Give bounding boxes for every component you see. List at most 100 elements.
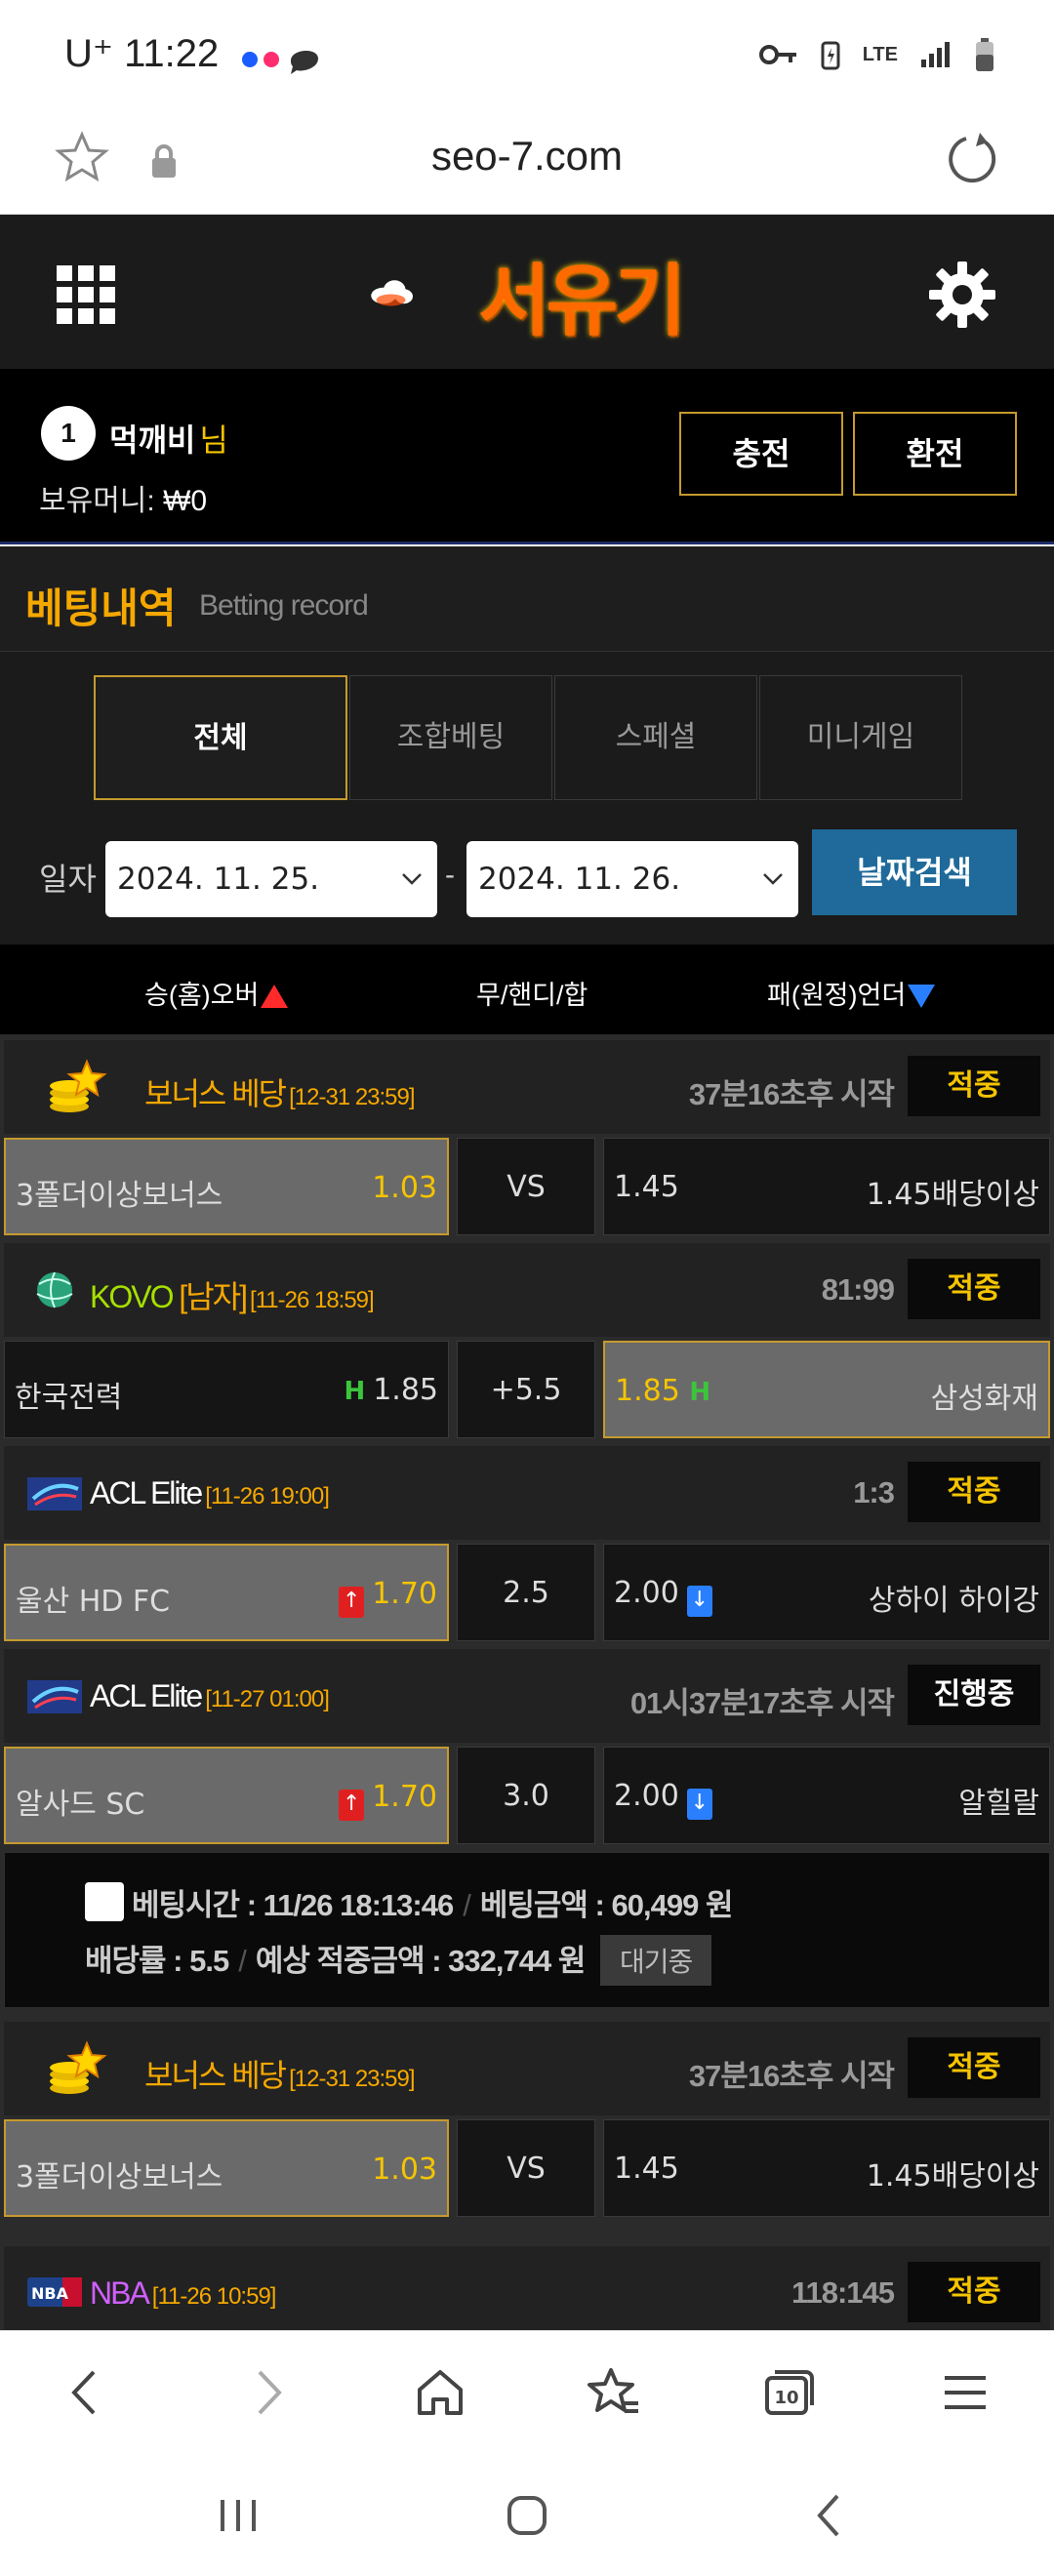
- charge-button[interactable]: 충전: [679, 412, 843, 496]
- over-under-cell[interactable]: 2.5: [457, 1544, 595, 1641]
- nba-logo-icon: NBA: [27, 2277, 82, 2307]
- status-badge: 적중: [908, 1462, 1040, 1522]
- home-odds-cell[interactable]: 울산 HD FC ↑ 1.70: [4, 1544, 449, 1641]
- menu-grid-icon[interactable]: [57, 265, 115, 324]
- status-badge: 진행중: [908, 1665, 1040, 1725]
- date-label: 일자: [39, 862, 97, 897]
- game-header: 보너스 베당 [12-31 23:59] 37분16초후 시작 적중: [4, 1040, 1050, 1134]
- away-odds-cell[interactable]: 2.00 ↓ 상하이 하이강: [603, 1544, 1050, 1641]
- gear-icon[interactable]: [925, 258, 999, 332]
- acl-elite-icon: [27, 1477, 82, 1510]
- site-logo-text[interactable]: 서유기: [478, 238, 686, 351]
- handicap-h-icon: H: [689, 1378, 711, 1407]
- acl-elite-icon: [27, 1680, 82, 1713]
- reload-icon[interactable]: [943, 129, 1001, 187]
- user-name: 먹깨비 님: [109, 423, 228, 458]
- tab-combo-bet[interactable]: 조합베팅: [349, 675, 552, 800]
- home-odds-cell[interactable]: 한국전력 H 1.85: [4, 1341, 449, 1438]
- tab-minigame[interactable]: 미니게임: [759, 675, 962, 800]
- home-odds-cell[interactable]: 3폴더이상보너스 1.03: [4, 2119, 449, 2217]
- game-score: 118:145: [790, 2275, 895, 2310]
- summary-line-1: 베팅시간 : 11/26 18:13:46/베팅금액 : 60,499 원: [132, 1888, 733, 1922]
- bookmarks-icon[interactable]: [582, 2360, 646, 2425]
- recent-apps-icon[interactable]: [209, 2486, 267, 2545]
- status-bar: U⁺ 11:22 LTE: [0, 0, 1054, 107]
- col-home: 승(홈)오버: [144, 974, 289, 1012]
- bonus-coin-icon: [50, 1059, 107, 1112]
- exchange-button[interactable]: 환전: [853, 412, 1017, 496]
- page-subtitle: Betting record: [199, 589, 369, 622]
- game-score: 1:3: [853, 1475, 895, 1509]
- date-to-select[interactable]: 2024. 11. 26.: [466, 841, 798, 917]
- odds-row: 3폴더이상보너스 1.03 VS 1.45 1.45배당이상: [4, 1138, 1050, 1235]
- tab-count: 10: [774, 2388, 798, 2408]
- browser-bottom-nav: 10: [0, 2330, 1054, 2453]
- money-balance: 보유머니: ₩0: [39, 485, 208, 517]
- bonus-coin-icon: [50, 2040, 107, 2094]
- select-checkbox[interactable]: [85, 1882, 124, 1921]
- browser-url-bar: seo-7.com: [0, 107, 1054, 215]
- game-header: ACL Elite [11-27 01:00] 01시37분17초후 시작 진행중: [4, 1649, 1050, 1743]
- handicap-cell[interactable]: +5.5: [457, 1341, 595, 1438]
- app-dot-icon: [264, 52, 279, 67]
- league-name: KOVO [남자] [11-26 18:59]: [90, 1279, 375, 1314]
- date-from-select[interactable]: 2024. 11. 25.: [105, 841, 437, 917]
- summary-line-2: 배당률 : 5.5/예상 적중금액 : 332,744 원 대기중: [85, 1935, 712, 1986]
- home-icon[interactable]: [408, 2360, 472, 2425]
- status-badge: 적중: [908, 1056, 1040, 1116]
- bet-summary: 베팅시간 : 11/26 18:13:46/베팅금액 : 60,499 원 배당…: [4, 1852, 1050, 2008]
- odds-row: 3폴더이상보너스 1.03 VS 1.45 1.45배당이상: [4, 2119, 1050, 2217]
- system-back-icon[interactable]: [800, 2486, 859, 2545]
- status-badge: 적중: [908, 2262, 1040, 2322]
- forward-icon[interactable]: [234, 2360, 299, 2425]
- status-time: U⁺ 11:22: [64, 32, 220, 75]
- user-info-bar: 1 먹깨비 님 보유머니: ₩0 충전 환전: [0, 369, 1054, 544]
- odds-row: 알사드 SC ↑ 1.70 3.0 2.00 ↓ 알힐랄: [4, 1747, 1050, 1844]
- date-search-button[interactable]: 날짜검색: [812, 829, 1017, 915]
- url-text[interactable]: seo-7.com: [0, 133, 1054, 180]
- away-odds-cell[interactable]: 1.45 1.45배당이상: [603, 2119, 1050, 2217]
- chevron-down-icon: [763, 873, 783, 885]
- site-header: 서유기: [0, 215, 1054, 369]
- hamburger-menu-icon[interactable]: [933, 2360, 997, 2425]
- tab-all[interactable]: 전체: [94, 675, 347, 800]
- over-under-cell[interactable]: 3.0: [457, 1747, 595, 1844]
- back-icon[interactable]: [55, 2360, 119, 2425]
- status-app-icons: [242, 43, 324, 76]
- league-name: ACL Elite [11-27 01:00]: [90, 1678, 330, 1713]
- bet-list: 보너스 베당 [12-31 23:59] 37분16초후 시작 적중 3폴더이상보…: [0, 1034, 1054, 2330]
- triangle-up-icon: [261, 985, 289, 1008]
- messenger-icon: [291, 50, 318, 74]
- away-odds-cell[interactable]: 1.45 1.45배당이상: [603, 1138, 1050, 1235]
- game-info: 01시37분17초후 시작: [629, 1686, 895, 1720]
- svg-text:NBA: NBA: [31, 2284, 69, 2303]
- pending-badge: 대기중: [599, 1935, 712, 1986]
- league-name: 보너스 베당 [12-31 23:59]: [144, 1076, 416, 1111]
- col-draw: 무/핸디/합: [476, 981, 588, 1010]
- game-info: 37분16초후 시작: [688, 2059, 895, 2093]
- home-odds-cell[interactable]: 알사드 SC ↑ 1.70: [4, 1747, 449, 1844]
- game-header: ACL Elite [11-26 19:00] 1:3 적중: [4, 1446, 1050, 1540]
- away-odds-cell[interactable]: 2.00 ↓ 알힐랄: [603, 1747, 1050, 1844]
- battery-icon: [976, 38, 993, 71]
- kovo-volleyball-icon: [36, 1271, 73, 1308]
- network-type-label: LTE: [862, 43, 898, 65]
- system-home-icon[interactable]: [498, 2486, 556, 2545]
- filter-panel: 전체 조합베팅 스페셜 미니게임 일자 2024. 11. 25. - 2024…: [0, 652, 1054, 945]
- col-away: 패(원정)언더: [767, 974, 936, 1012]
- league-name: ACL Elite [11-26 19:00]: [90, 1475, 330, 1510]
- arrow-up-icon: ↑: [339, 1790, 365, 1821]
- tabs-icon[interactable]: 10: [757, 2360, 822, 2425]
- site-logo-cloud[interactable]: [369, 234, 486, 351]
- status-indicators: LTE: [758, 37, 995, 72]
- odds-row: 한국전력 H 1.85 +5.5 1.85 H 삼성화재: [4, 1341, 1050, 1438]
- league-name: 보너스 베당 [12-31 23:59]: [144, 2058, 416, 2093]
- home-odds-cell[interactable]: 3폴더이상보너스 1.03: [4, 1138, 449, 1235]
- tab-special[interactable]: 스페셜: [554, 675, 757, 800]
- mid-odds-cell[interactable]: VS: [457, 2119, 595, 2217]
- odds-column-header: 승(홈)오버 무/핸디/합 패(원정)언더: [0, 945, 1054, 1034]
- mid-odds-cell[interactable]: VS: [457, 1138, 595, 1235]
- game-score: 81:99: [821, 1272, 895, 1307]
- arrow-up-icon: ↑: [339, 1587, 365, 1618]
- away-odds-cell[interactable]: 1.85 H 삼성화재: [603, 1341, 1050, 1438]
